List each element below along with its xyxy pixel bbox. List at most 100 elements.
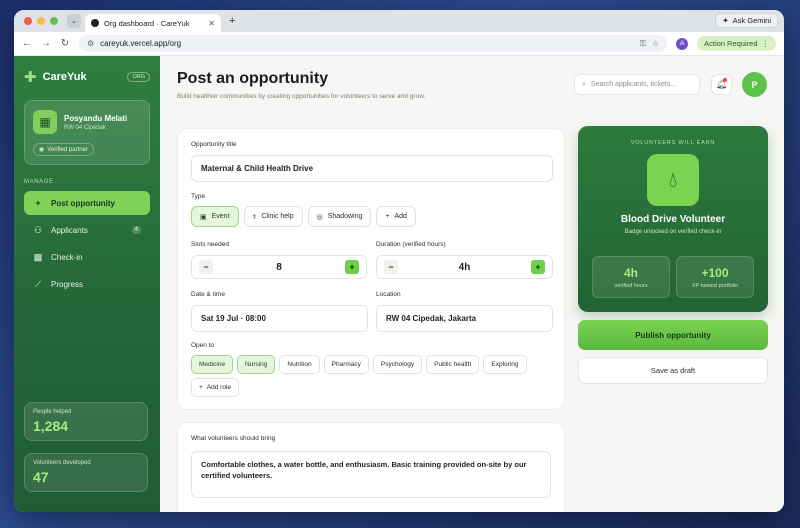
ask-gemini-button[interactable]: ✦ Ask Gemini bbox=[715, 13, 778, 28]
sparkle-icon: ✦ bbox=[722, 16, 729, 25]
action-required-label: Action Required bbox=[704, 39, 758, 48]
browser-tab[interactable]: Org dashboard · CareYuk ✕ bbox=[85, 14, 221, 32]
browser-window: ⌄ Org dashboard · CareYuk ✕ + ✦ Ask Gemi… bbox=[14, 10, 784, 512]
stat-label: Volunteers developed bbox=[33, 460, 91, 466]
sidebar-item-post-opportunity[interactable]: + Post opportunity bbox=[24, 191, 150, 215]
ask-gemini-label: Ask Gemini bbox=[732, 16, 771, 25]
reward-card: VOLUNTEERS WILL EARN 💧︎ Blood Drive Volu… bbox=[578, 126, 768, 312]
duration-increment-button[interactable]: + bbox=[530, 260, 545, 274]
users-icon: ⚇ bbox=[33, 224, 43, 235]
type-clinic-help-chip[interactable]: ⚕ Clinic help bbox=[243, 206, 303, 227]
duration-stepper[interactable]: − 4h + bbox=[376, 255, 553, 279]
sidebar-item-applicants[interactable]: ⚇ Applicants 4 bbox=[24, 218, 150, 242]
stat-value: +100 bbox=[701, 265, 729, 280]
type-shadowing-chip[interactable]: ◎ Shadowing bbox=[307, 206, 372, 227]
duration-value: 4h bbox=[458, 261, 471, 273]
brand-name: CareYuk bbox=[42, 71, 87, 83]
location-input[interactable]: RW 04 Cipedak, Jakarta bbox=[376, 305, 553, 332]
stethoscope-icon: ⚕ bbox=[252, 213, 257, 221]
chart-icon: ⟋ bbox=[34, 278, 42, 289]
chip-label: Add bbox=[394, 213, 407, 220]
notifications-button[interactable]: 🔔︎ bbox=[711, 74, 732, 95]
org-location: RW 04 Cipedak bbox=[64, 124, 106, 131]
role-chip-nursing[interactable]: Nursing bbox=[237, 355, 276, 374]
sidebar: ✚ CareYuk ORG ▦ Posyandu Melati RW 04 Ci… bbox=[14, 56, 160, 512]
maximize-window-button[interactable] bbox=[50, 17, 58, 25]
address-bar-row: ← → ↻ ⚙ careyuk.vercel.app/org ⚿ ☆ A Act… bbox=[14, 32, 784, 56]
save-draft-button[interactable]: Save as draft bbox=[578, 357, 768, 384]
verified-label: Verified partner bbox=[47, 146, 88, 153]
qr-code-icon: ▩ bbox=[33, 251, 43, 262]
main-content: Post an opportunity Build healthier comm… bbox=[160, 56, 784, 512]
role-chip-medicine[interactable]: Medicine bbox=[191, 355, 234, 374]
slots-increment-button[interactable]: + bbox=[345, 260, 359, 274]
stat-value: 4h bbox=[623, 265, 638, 280]
role-chip-exploring[interactable]: Exploring bbox=[483, 355, 527, 374]
type-add-chip[interactable]: + Add bbox=[376, 206, 416, 227]
slots-decrement-button[interactable]: − bbox=[199, 260, 213, 274]
stat-label: verified hours bbox=[614, 282, 648, 289]
minimize-window-button[interactable] bbox=[37, 17, 45, 25]
slots-stepper[interactable]: − 8 + bbox=[191, 255, 367, 279]
sidebar-item-progress[interactable]: ⟋ Progress bbox=[24, 272, 150, 296]
brand: ✚ CareYuk ORG bbox=[24, 66, 150, 88]
role-chip-psychology[interactable]: Psychology bbox=[372, 355, 423, 374]
duration-decrement-button[interactable]: − bbox=[384, 260, 398, 274]
user-avatar[interactable]: P bbox=[742, 72, 767, 97]
role-options: Medicine Nursing Nutrition Pharmacy Psyc… bbox=[191, 355, 553, 374]
tab-search-chevron-icon[interactable]: ⌄ bbox=[67, 14, 81, 28]
type-label: Type bbox=[191, 193, 206, 200]
role-chip-pharmacy[interactable]: Pharmacy bbox=[323, 355, 369, 374]
applicants-count-badge: 4 bbox=[131, 226, 141, 234]
close-window-button[interactable] bbox=[24, 17, 32, 25]
profile-avatar[interactable]: A bbox=[676, 37, 689, 50]
plus-icon: + bbox=[35, 198, 41, 208]
chip-label: Event bbox=[211, 213, 230, 220]
eye-icon: ◎ bbox=[316, 213, 323, 221]
verified-hours-stat: 4h verified hours bbox=[592, 256, 670, 298]
plus-icon: + bbox=[199, 384, 203, 391]
org-badge: ORG bbox=[127, 72, 150, 82]
publish-button[interactable]: Publish opportunity bbox=[578, 320, 768, 350]
role-chip-public-health[interactable]: Public health bbox=[426, 355, 480, 374]
new-tab-icon[interactable]: + bbox=[229, 15, 235, 27]
slots-label: Slots needed bbox=[191, 241, 229, 248]
action-required-button[interactable]: Action Required ⋮ bbox=[697, 36, 776, 51]
search-input[interactable]: ⌕ Search applicants, tickets... bbox=[574, 74, 700, 95]
sidebar-item-label: Check-in bbox=[51, 252, 83, 262]
tab-close-icon[interactable]: ✕ bbox=[208, 19, 215, 28]
search-icon: ⌕ bbox=[582, 80, 586, 88]
role-chip-nutrition[interactable]: Nutrition bbox=[279, 355, 320, 374]
date-label: Date & time bbox=[191, 291, 225, 298]
add-role-label: Add role bbox=[206, 384, 232, 391]
bookmark-star-icon[interactable]: ☆ bbox=[652, 39, 659, 48]
people-helped-card: People helped 1,284 bbox=[24, 402, 148, 441]
bring-section: What volunteers should bring Comfortable… bbox=[177, 422, 565, 512]
type-event-chip[interactable]: ▣ Event bbox=[191, 206, 239, 227]
plus-icon: + bbox=[385, 213, 390, 220]
window-controls bbox=[24, 17, 58, 25]
url-input[interactable]: ⚙ careyuk.vercel.app/org ⚿ ☆ bbox=[79, 35, 668, 52]
page-subtitle: Build healthier communities by creating … bbox=[177, 93, 426, 100]
reload-icon[interactable]: ↻ bbox=[60, 38, 70, 49]
building-icon: ▦ bbox=[33, 110, 57, 134]
sidebar-item-label: Applicants bbox=[51, 225, 88, 235]
sidebar-item-check-in[interactable]: ▩ Check-in bbox=[24, 245, 150, 269]
title-input[interactable]: Maternal & Child Health Drive bbox=[191, 155, 553, 182]
org-name: Posyandu Melati bbox=[64, 113, 128, 123]
back-arrow-icon[interactable]: ← bbox=[22, 38, 32, 49]
password-key-icon[interactable]: ⚿ bbox=[640, 39, 646, 49]
stat-value: 47 bbox=[33, 469, 49, 485]
org-card: ▦ Posyandu Melati RW 04 Cipedak ◉ Verifi… bbox=[24, 100, 150, 165]
location-label: Location bbox=[376, 291, 401, 298]
reward-subtitle: Badge unlocked on verified check-in bbox=[624, 229, 722, 235]
date-input[interactable]: Sat 19 Jul · 08:00 bbox=[191, 305, 368, 332]
forward-arrow-icon[interactable]: → bbox=[41, 38, 51, 49]
stat-label: XP toward portfolio bbox=[691, 282, 739, 289]
add-role-button[interactable]: + Add role bbox=[191, 378, 240, 397]
open-to-label: Open to bbox=[191, 342, 215, 349]
opportunity-form: Opportunity title Maternal & Child Healt… bbox=[177, 128, 565, 410]
bring-textarea[interactable]: Comfortable clothes, a water bottle, and… bbox=[191, 451, 551, 498]
site-info-icon[interactable]: ⚙ bbox=[87, 39, 94, 48]
volunteers-developed-card: Volunteers developed 47 bbox=[24, 453, 148, 492]
